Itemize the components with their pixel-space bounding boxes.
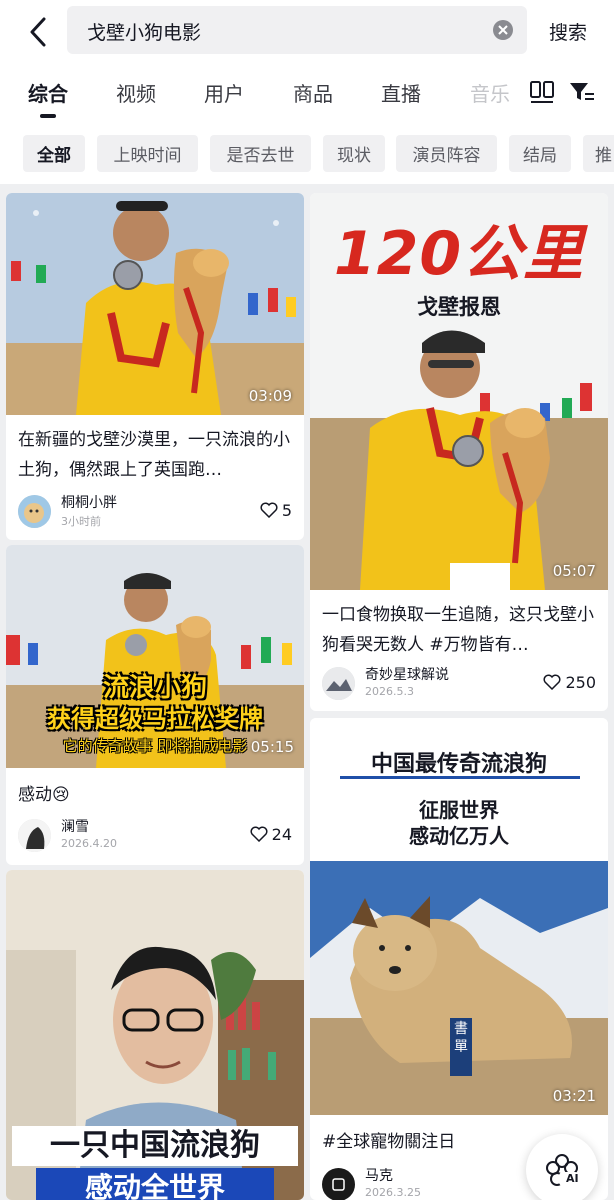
video-thumbnail: 流浪小狗 获得超级马拉松奖牌 它的传奇故事 即将拍成电影 05:15 [6,545,304,768]
video-title: 在新疆的戈壁沙漠里，一只流浪的小土狗，偶然跟上了英国跑… [18,430,290,480]
tab-users[interactable]: 用户 [204,78,244,107]
video-thumbnail: 中国最传奇流浪狗 征服世界 感动亿万人 書單 03:21 [310,718,608,1115]
video-duration: 05:07 [552,562,596,580]
like-button[interactable]: 24 [250,823,292,845]
stamp-label: 書單 [454,1021,468,1055]
video-duration: 03:21 [552,1087,596,1105]
back-button[interactable] [22,14,54,50]
like-button[interactable]: 250 [543,671,596,693]
chip-status[interactable]: 现状 [323,135,385,172]
tab-products[interactable]: 商品 [293,78,333,107]
avatar[interactable] [322,667,355,700]
post-date: 2026.3.25 [365,1186,421,1199]
like-count: 250 [565,672,596,692]
filter-chips: 全部 上映时间 是否去世 现状 演员阵容 结局 推 [0,135,614,173]
video-card[interactable]: 一只中国流浪狗 感动全世界 [6,870,304,1200]
search-query-text: 戈壁小狗电影 [87,22,202,44]
category-tabs: 综合 视频 用户 商品 直播 音乐 [0,78,614,122]
back-arrow-icon [30,17,46,47]
tab-comprehensive[interactable]: 综合 [28,78,68,107]
chip-all[interactable]: 全部 [23,135,85,172]
chip-release-date[interactable]: 上映时间 [97,135,198,172]
layout-toggle-icon[interactable] [528,80,556,104]
heart-icon [543,674,561,690]
overlay-subheadline: 征服世界 [419,798,499,822]
overlay-subheadline: 感动全世界 [36,1168,274,1200]
search-input[interactable]: 戈壁小狗电影 [67,6,527,54]
video-title: 一口食物换取一生追随，这只戈壁小狗看哭无数人 #万物皆有… [322,605,594,655]
overlay-headline: 120公里 [333,219,585,289]
overlay-headline: 一只中国流浪狗 [12,1126,298,1166]
author-name[interactable]: 澜雪 [61,816,89,836]
heart-icon [250,826,268,842]
video-card[interactable]: 流浪小狗 获得超级马拉松奖牌 它的传奇故事 即将拍成电影 05:15 感动😢 澜… [6,545,304,865]
video-duration: 05:15 [250,738,294,756]
video-thumbnail: 一只中国流浪狗 感动全世界 [6,870,304,1200]
video-duration: 03:09 [248,387,292,405]
overlay-caption: 感动亿万人 [409,824,509,848]
video-card[interactable]: 120公里 戈壁报恩 05:07 一口食物换取一生追随，这只戈壁小狗看哭无数人 … [310,193,608,711]
chip-is-dead[interactable]: 是否去世 [210,135,311,172]
active-tab-indicator [40,114,56,118]
chip-cast[interactable]: 演员阵容 [396,135,497,172]
overlay-subheadline: 戈壁报恩 [417,295,501,319]
author-name[interactable]: 奇妙星球解说 [365,664,449,684]
video-card[interactable]: 中国最传奇流浪狗 征服世界 感动亿万人 書單 03:21 #全球寵物關注日 马克… [310,718,608,1200]
avatar[interactable] [18,819,51,852]
search-button[interactable]: 搜索 [549,18,587,45]
ai-label: AI [566,1172,579,1185]
video-thumbnail: 03:09 [6,193,304,415]
tab-video[interactable]: 视频 [116,78,156,107]
clear-search-icon[interactable] [493,20,513,40]
tab-music[interactable]: 音乐 [470,78,510,107]
chip-more[interactable]: 推 [583,135,614,172]
author-row: 桐桐小胖 3小时前 5 [18,495,292,531]
post-date: 2026.5.3 [365,685,414,698]
video-card[interactable]: 03:09 在新疆的戈壁沙漠里，一只流浪的小土狗，偶然跟上了英国跑… 桐桐小胖 … [6,193,304,540]
post-date: 3小时前 [61,515,101,528]
overlay-headline: 中国最传奇流浪狗 [370,752,547,777]
search-header: 戈壁小狗电影 搜索 综合 视频 用户 商品 直播 音乐 全部 上映时间 是否去世… [0,0,614,184]
avatar[interactable] [18,495,51,528]
heart-icon [260,502,278,518]
post-date: 2026.4.20 [61,837,117,850]
video-thumbnail: 120公里 戈壁报恩 05:07 [310,193,608,590]
like-count: 24 [271,824,292,844]
video-title: 感动😢 [18,785,70,805]
author-name[interactable]: 桐桐小胖 [61,492,117,512]
like-count: 5 [281,500,292,520]
tab-live[interactable]: 直播 [381,78,421,107]
ai-assistant-button[interactable]: AI [526,1134,598,1200]
author-row: 奇妙星球解说 2026.5.3 250 [322,667,596,703]
overlay-subheadline: 获得超级马拉松奖牌 [47,705,263,733]
like-button[interactable]: 5 [260,499,292,521]
filter-icon[interactable] [568,80,596,104]
avatar[interactable] [322,1168,355,1200]
chip-ending[interactable]: 结局 [509,135,571,172]
author-name[interactable]: 马克 [365,1165,393,1185]
author-row: 澜雪 2026.4.20 24 [18,819,292,855]
